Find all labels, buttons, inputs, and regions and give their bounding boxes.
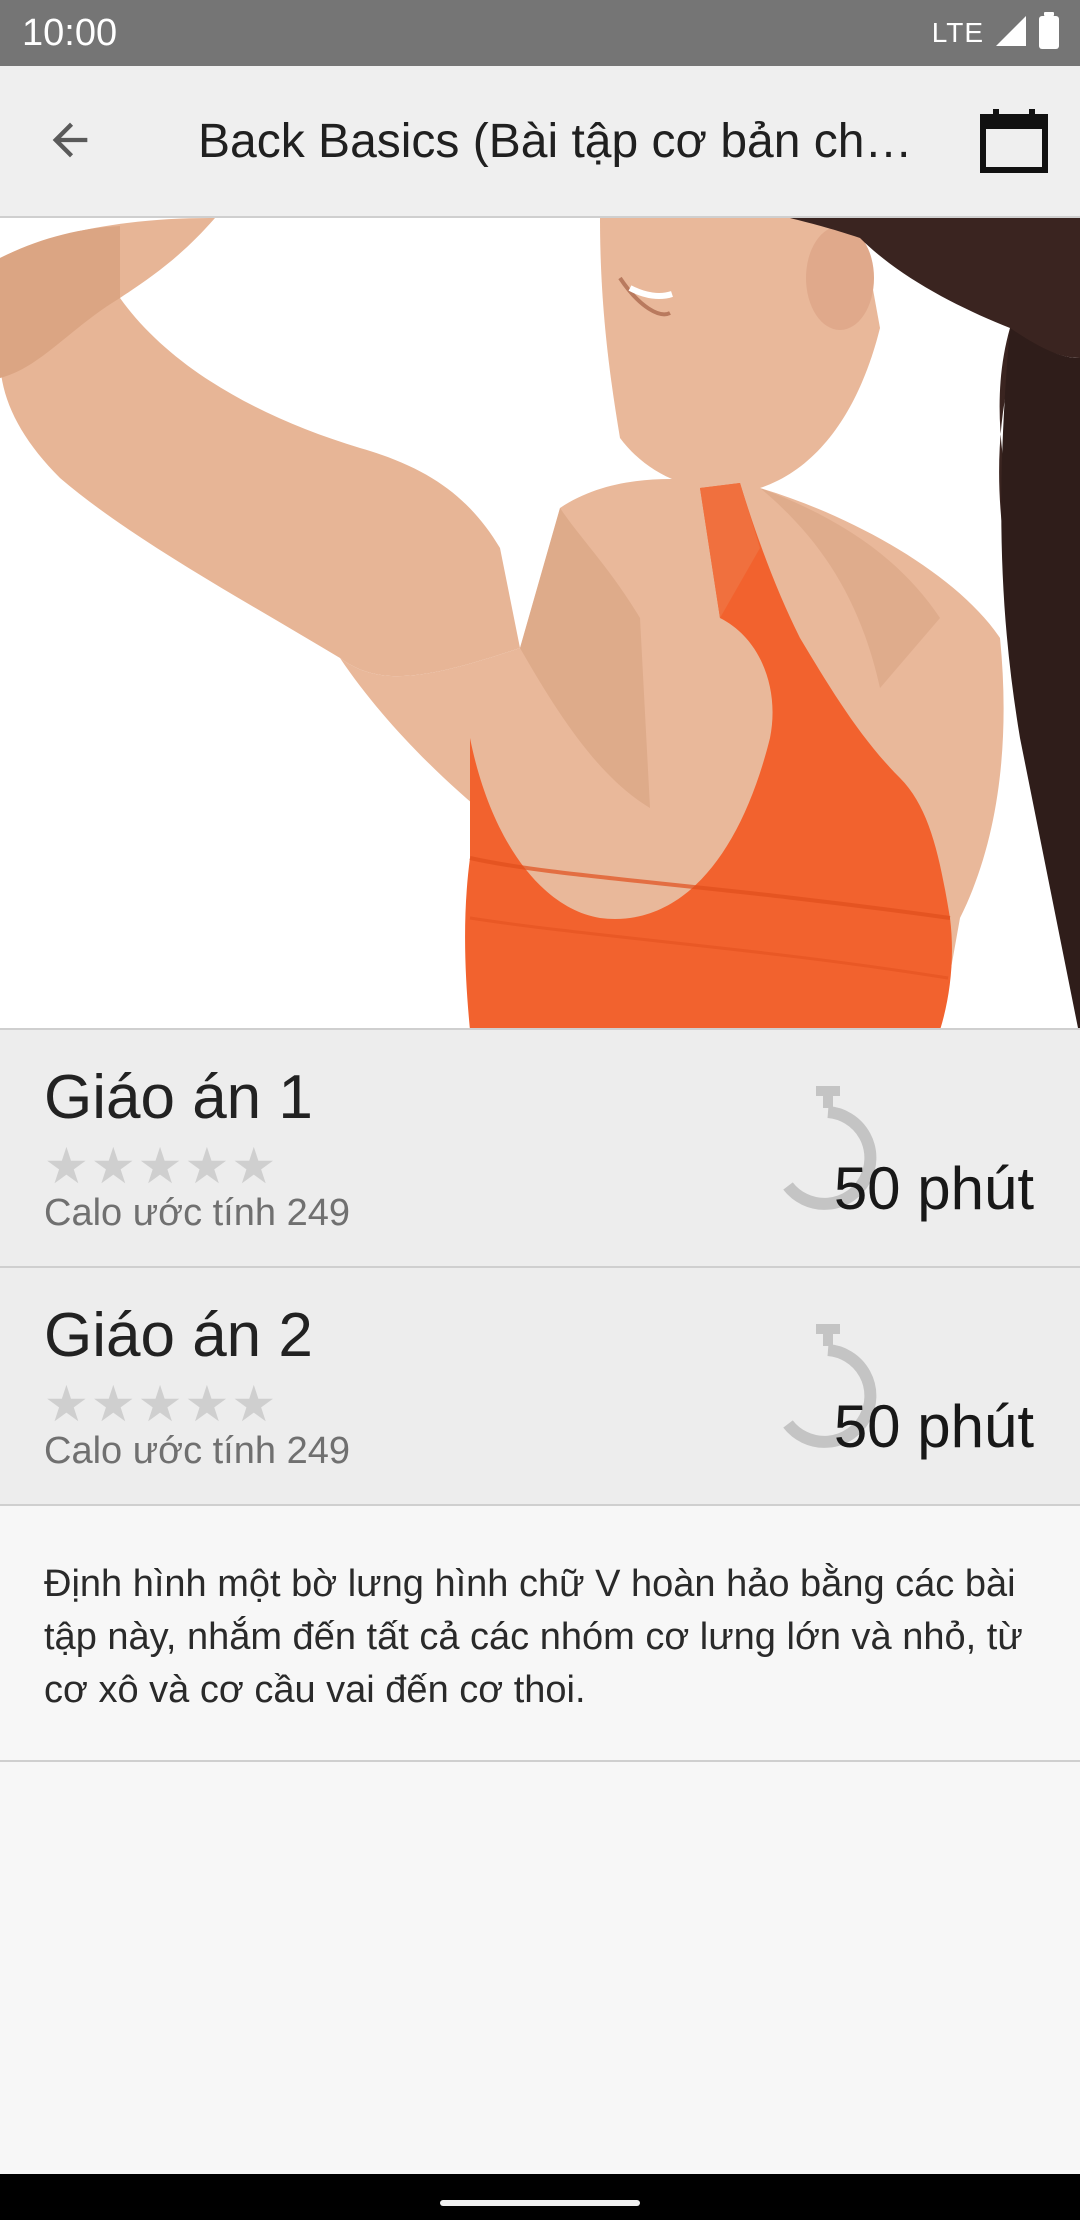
plan-calories: Calo ước tính 249: [44, 1192, 350, 1234]
battery-icon: [1038, 11, 1060, 55]
star-empty-icon: ★: [231, 1375, 277, 1433]
signal-icon: [994, 14, 1028, 53]
star-empty-icon: ★: [184, 1137, 230, 1195]
star-empty-icon: ★: [137, 1137, 183, 1195]
plan-name: Giáo án 1: [44, 1063, 313, 1132]
status-icons: LTE: [931, 11, 1060, 55]
page-title: Back Basics (Bài tập cơ bản cho lưng): [198, 115, 938, 168]
star-empty-icon: ★: [184, 1375, 230, 1433]
star-empty-icon: ★: [137, 1375, 183, 1433]
woman-back-photo: [0, 218, 1080, 1028]
rating-stars: ★ ★ ★ ★ ★: [44, 1138, 276, 1194]
star-empty-icon: ★: [44, 1137, 89, 1195]
plan-row-2[interactable]: Giáo án 2 ★ ★ ★ ★ ★ Calo ước tính 249 50…: [0, 1268, 1080, 1506]
plan-row-1[interactable]: Giáo án 1 ★ ★ ★ ★ ★ Calo ước tính 249 50…: [0, 1030, 1080, 1268]
home-gesture-handle[interactable]: [440, 2200, 640, 2206]
plan-name: Giáo án 2: [44, 1301, 313, 1370]
status-bar: 10:00 LTE: [0, 0, 1080, 66]
calendar-button[interactable]: [978, 106, 1050, 178]
description-text: Định hình một bờ lưng hình chữ V hoàn hả…: [44, 1563, 1023, 1711]
workout-description: Định hình một bờ lưng hình chữ V hoàn hả…: [0, 1506, 1080, 1762]
system-nav-bar: [0, 2174, 1080, 2220]
network-type: LTE: [931, 17, 984, 48]
plan-calories: Calo ước tính 249: [44, 1430, 350, 1472]
back-button[interactable]: [40, 112, 100, 172]
star-empty-icon: ★: [44, 1375, 89, 1433]
plan-duration: 50 phút: [833, 1155, 1034, 1222]
calendar-icon: [980, 107, 1048, 178]
star-empty-icon: ★: [90, 1137, 136, 1195]
rating-stars: ★ ★ ★ ★ ★: [44, 1376, 276, 1432]
app-bar: Back Basics (Bài tập cơ bản cho lưng): [0, 66, 1080, 218]
arrow-left-icon: [44, 114, 96, 171]
status-time: 10:00: [22, 12, 118, 54]
star-empty-icon: ★: [231, 1137, 277, 1195]
star-empty-icon: ★: [90, 1375, 136, 1433]
workout-hero-image: [0, 218, 1080, 1030]
plan-duration: 50 phút: [833, 1393, 1034, 1460]
